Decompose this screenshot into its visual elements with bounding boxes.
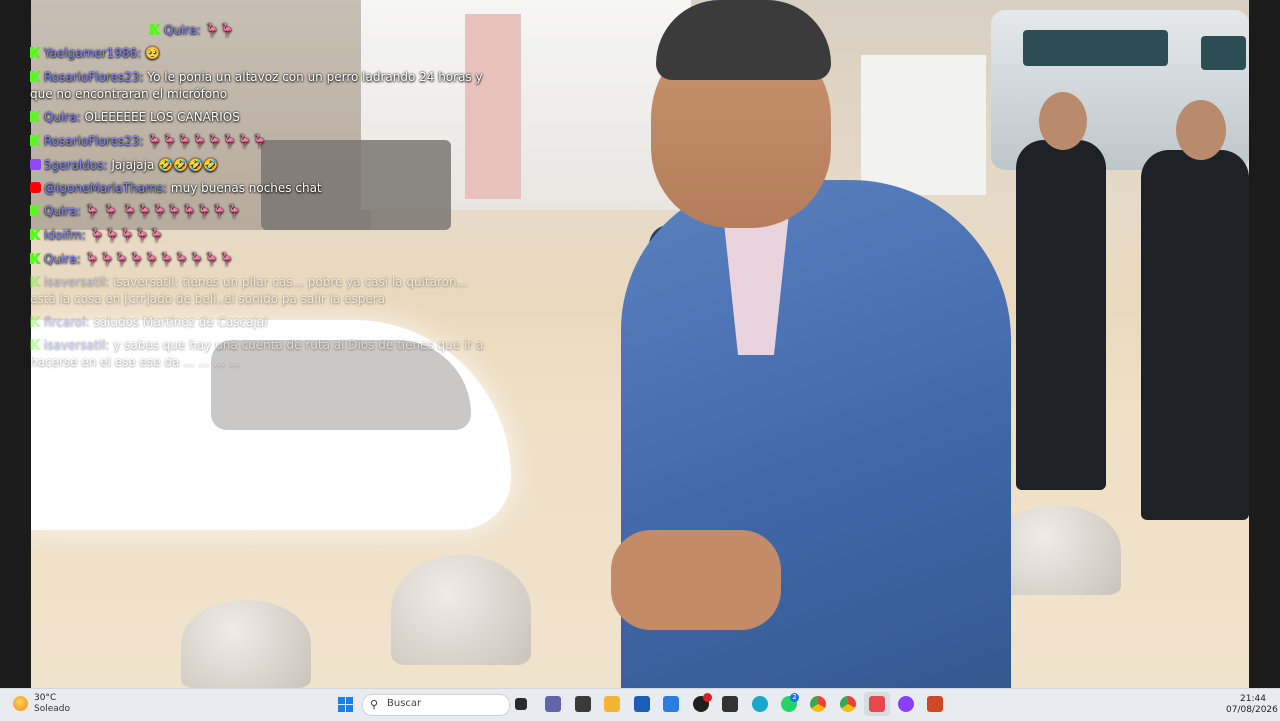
kick-badge-icon — [30, 111, 41, 122]
notification-dot — [703, 693, 712, 702]
man-hair — [656, 0, 831, 80]
kick-badge-icon — [30, 316, 41, 327]
youtube-badge-icon — [30, 182, 41, 193]
chat-message: Yaelgamer1986: 🥺 — [30, 45, 485, 62]
chat-message: RosarioFlores23: Yo le ponia un altavoz … — [30, 69, 485, 103]
search-placeholder[interactable]: Buscar — [387, 698, 421, 709]
kick-badge-icon — [30, 253, 41, 264]
white-wall — [861, 55, 986, 195]
search-box[interactable] — [362, 694, 510, 716]
right-letterbox — [1249, 0, 1280, 688]
chat-text: 🦩🦩🦩🦩🦩🦩🦩🦩🦩🦩 — [84, 252, 234, 266]
van-window — [1023, 30, 1168, 66]
van-window — [1201, 36, 1246, 70]
outlook-icon[interactable] — [663, 696, 679, 712]
edge-icon[interactable] — [752, 696, 768, 712]
twitch-badge-icon — [30, 159, 41, 170]
chat-username: RosarioFlores23: — [44, 134, 144, 148]
chat-username: isaversatil: — [44, 275, 110, 289]
chat-username: fircarol: — [44, 315, 90, 329]
police-officer — [1141, 150, 1249, 520]
kick-badge-icon — [30, 276, 41, 287]
powerpoint-icon[interactable] — [927, 696, 943, 712]
kick-badge-icon — [30, 339, 41, 350]
kick-badge-icon — [150, 24, 161, 35]
kick-badge-icon — [30, 135, 41, 146]
officer-head — [1176, 100, 1226, 160]
chat-text: 🦩🦩🦩🦩🦩 — [89, 228, 165, 242]
chat-text: Jajajaja 🤣🤣🤣🤣 — [111, 158, 218, 172]
police-officer — [1016, 140, 1106, 490]
clock-time[interactable]: 21:44 — [1240, 694, 1266, 704]
chat-username: @IgoneMariaThams: — [44, 181, 168, 195]
bollard — [391, 555, 531, 665]
chat-username: Yaelgamer1986: — [44, 46, 142, 60]
app-circle-icon[interactable] — [898, 696, 914, 712]
weather-temperature[interactable]: 30°C — [34, 693, 56, 703]
chat-message: Quira: 🦩 🦩 🦩🦩🦩🦩🦩🦩🦩🦩 — [30, 203, 485, 220]
chat-message: isaversatil: isaversatil: tienes un pila… — [30, 274, 485, 308]
kick-badge-icon — [30, 205, 41, 216]
file-explorer-icon[interactable] — [604, 696, 620, 712]
store-icon[interactable] — [634, 696, 650, 712]
chat-message: isaversatil: y sabes que hay una cuenta … — [30, 337, 485, 371]
app-icon[interactable] — [722, 696, 738, 712]
chat-username: Quira: — [44, 110, 81, 124]
chat-username: 5geraldos: — [44, 158, 108, 172]
bollard — [181, 600, 311, 688]
chat-text: OLEEEEEE LOS CANARIOS — [84, 110, 240, 124]
windows-start-icon[interactable] — [338, 697, 354, 713]
chat-text: 🥺 — [145, 46, 161, 60]
chat-message: Quira: 🦩🦩 — [150, 22, 605, 39]
chrome-profile-icon[interactable] — [840, 696, 856, 712]
clock-date[interactable]: 07/08/2026 — [1226, 705, 1278, 715]
officer-head — [1039, 92, 1087, 150]
chat-text: saludos Martínez de Cascajal — [93, 315, 268, 329]
chat-text: 🦩🦩 — [204, 23, 235, 37]
man-hands — [611, 530, 781, 630]
left-letterbox — [0, 0, 31, 688]
kick-badge-icon — [30, 71, 41, 82]
search-icon: ⚲ — [370, 698, 379, 711]
chat-text: 🦩🦩🦩🦩🦩🦩🦩🦩 — [147, 134, 267, 148]
chat-message: 5geraldos: Jajajaja 🤣🤣🤣🤣 — [30, 157, 485, 174]
weather-description[interactable]: Soleado — [34, 704, 70, 714]
chat-username: isaversatil: — [44, 338, 110, 352]
whatsapp-badge: 2 — [790, 693, 799, 702]
chat-message: Quira: OLEEEEEE LOS CANARIOS — [30, 109, 485, 126]
chat-username: Idoifm: — [44, 228, 86, 242]
chrome-icon[interactable] — [810, 696, 826, 712]
chat-message: fircarol: saludos Martínez de Cascajal — [30, 314, 485, 331]
chat-message: Quira: 🦩🦩🦩🦩🦩🦩🦩🦩🦩🦩 — [30, 251, 485, 268]
chat-message: RosarioFlores23: 🦩🦩🦩🦩🦩🦩🦩🦩 — [30, 133, 485, 150]
chat-username: RosarioFlores23: — [44, 70, 144, 84]
task-view-icon[interactable] — [515, 698, 527, 710]
chat-username: Quira: — [44, 204, 81, 218]
chat-username: Quira: — [44, 252, 81, 266]
chat-message: Idoifm: 🦩🦩🦩🦩🦩 — [30, 227, 485, 244]
kick-badge-icon — [30, 229, 41, 240]
chat-message: @IgoneMariaThams: muy buenas noches chat — [30, 180, 485, 197]
chat-username: Quira: — [164, 23, 201, 37]
chat-text: muy buenas noches chat — [170, 181, 322, 195]
teams-icon[interactable] — [545, 696, 561, 712]
kick-badge-icon — [30, 47, 41, 58]
capture-icon[interactable] — [575, 696, 591, 712]
streaming-app-icon[interactable] — [869, 696, 885, 712]
chat-text: 🦩 🦩 🦩🦩🦩🦩🦩🦩🦩🦩 — [84, 204, 242, 218]
sun-icon[interactable] — [13, 696, 28, 711]
